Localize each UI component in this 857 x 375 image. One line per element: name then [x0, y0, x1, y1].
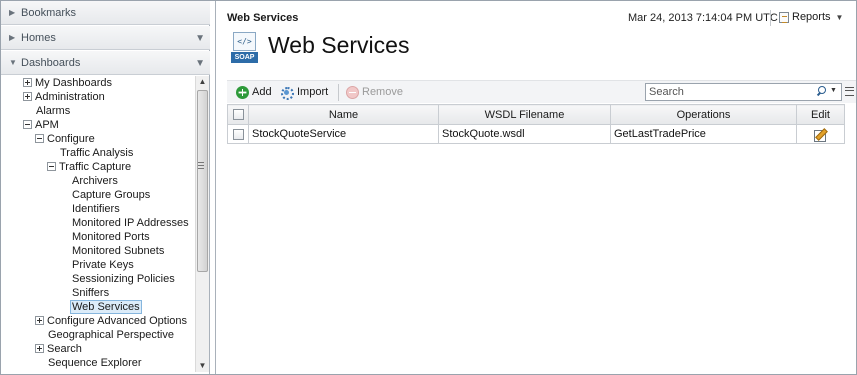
tree-node-traffic-capture[interactable]: Traffic Capture — [47, 160, 131, 174]
expand-icon[interactable] — [35, 344, 44, 353]
dashboards-tree: My Dashboards Administration Alarms APM … — [1, 76, 195, 372]
homes-section-header[interactable]: ▶ Homes ▼ — [1, 26, 210, 50]
tree-node-identifiers[interactable]: Identifiers — [72, 202, 120, 216]
chevron-right-icon: ▶ — [9, 33, 16, 42]
expand-icon[interactable] — [23, 78, 32, 87]
column-header-operations[interactable]: Operations — [610, 104, 797, 125]
table-row[interactable]: StockQuoteService StockQuote.wsdl GetLas… — [227, 124, 845, 144]
tree-node-private-keys[interactable]: Private Keys — [72, 258, 134, 272]
row-checkbox[interactable] — [232, 128, 244, 140]
tree-node-sequence-explorer[interactable]: Sequence Explorer — [48, 356, 142, 370]
tree-node-monitored-ports[interactable]: Monitored Ports — [72, 230, 150, 244]
search-icon[interactable] — [816, 86, 827, 98]
remove-label: Remove — [362, 86, 403, 98]
filter-icon[interactable]: ▼ — [195, 52, 205, 76]
app-window: ▶ Bookmarks ▶ Homes ▼ ▼ Dashboards ▼ My … — [0, 0, 857, 375]
dashboards-label: Dashboards — [21, 57, 81, 69]
navigation-pane: ▶ Bookmarks ▶ Homes ▼ ▼ Dashboards ▼ My … — [1, 1, 210, 374]
chevron-down-icon: ▼ — [9, 58, 17, 67]
column-chooser-icon[interactable] — [845, 86, 855, 97]
tree-node-monitored-ip-addresses[interactable]: Monitored IP Addresses — [72, 216, 189, 230]
scroll-down-icon[interactable]: ▼ — [196, 360, 209, 372]
tree-scrollbar[interactable]: ▲ ▼ — [195, 76, 209, 372]
tree-node-capture-groups[interactable]: Capture Groups — [72, 188, 150, 202]
remove-icon — [346, 85, 359, 99]
expand-icon[interactable] — [35, 316, 44, 325]
tree-node-archivers[interactable]: Archivers — [72, 174, 118, 188]
column-header-name[interactable]: Name — [248, 104, 439, 125]
tree-node-alarms[interactable]: Alarms — [36, 104, 70, 118]
add-button[interactable]: Add — [236, 84, 272, 100]
table-header-row: Name WSDL Filename Operations Edit — [227, 104, 845, 125]
import-icon — [280, 86, 294, 100]
filter-icon[interactable]: ▼ — [195, 27, 205, 51]
cell-operations: GetLastTradePrice — [610, 124, 797, 144]
scroll-up-icon[interactable]: ▲ — [196, 76, 209, 88]
search-box: ▼ — [645, 83, 842, 101]
tree-node-configure-advanced-options[interactable]: Configure Advanced Options — [35, 314, 187, 328]
tree-node-sessionizing-policies[interactable]: Sessionizing Policies — [72, 272, 175, 286]
select-all-cell — [227, 104, 249, 125]
edit-icon[interactable] — [814, 128, 827, 142]
search-input[interactable] — [646, 84, 806, 100]
select-all-checkbox[interactable] — [232, 109, 244, 121]
add-label: Add — [252, 86, 272, 98]
homes-label: Homes — [21, 32, 56, 44]
tree-node-traffic-analysis[interactable]: Traffic Analysis — [60, 146, 133, 160]
collapse-icon[interactable] — [35, 134, 44, 143]
content-pane: Web Services Mar 24, 2013 7:14:04 PM UTC… — [215, 1, 856, 374]
tree-node-web-services[interactable]: Web Services — [70, 300, 142, 314]
reports-menu-button[interactable]: Reports ▼ — [779, 11, 843, 23]
column-header-edit: Edit — [796, 104, 845, 125]
soap-icon: </> SOAP — [231, 32, 258, 63]
tree-node-my-dashboards[interactable]: My Dashboards — [23, 76, 112, 90]
row-select-cell — [227, 124, 249, 144]
collapse-icon[interactable] — [47, 162, 56, 171]
tree-node-monitored-subnets[interactable]: Monitored Subnets — [72, 244, 164, 258]
web-services-table: Name WSDL Filename Operations Edit Stock… — [227, 104, 845, 144]
reports-label: Reports — [792, 11, 831, 23]
report-icon — [779, 11, 789, 23]
remove-button[interactable]: Remove — [346, 84, 403, 100]
chevron-right-icon: ▶ — [9, 8, 16, 17]
bookmarks-label: Bookmarks — [21, 7, 77, 19]
grip-icon — [198, 162, 204, 169]
import-label: Import — [297, 86, 329, 98]
tree-node-administration[interactable]: Administration — [23, 90, 105, 104]
page-title: Web Services — [268, 32, 410, 58]
tree-node-search[interactable]: Search — [35, 342, 82, 356]
bookmarks-section-header[interactable]: ▶ Bookmarks — [1, 1, 210, 25]
import-button[interactable]: Import — [280, 84, 328, 100]
toolbar: Add Import Remove ▼ — [227, 80, 856, 103]
chevron-down-icon[interactable]: ▼ — [830, 87, 837, 94]
timestamp: Mar 24, 2013 7:14:04 PM UTC — [628, 12, 778, 24]
breadcrumb: Web Services — [227, 12, 299, 24]
add-icon — [236, 85, 249, 99]
dashboards-section-header[interactable]: ▼ Dashboards ▼ — [1, 51, 210, 75]
header-divider — [770, 10, 771, 26]
tree-node-geographical-perspective[interactable]: Geographical Perspective — [48, 328, 174, 342]
code-brackets: </> — [233, 32, 256, 51]
tree-node-configure[interactable]: Configure — [35, 132, 95, 146]
expand-icon[interactable] — [23, 92, 32, 101]
chevron-down-icon: ▼ — [835, 12, 844, 22]
soap-label: SOAP — [231, 52, 258, 63]
collapse-icon[interactable] — [23, 120, 32, 129]
cell-name: StockQuoteService — [248, 124, 439, 144]
cell-edit — [796, 124, 845, 144]
toolbar-divider — [338, 84, 339, 101]
tree-node-apm[interactable]: APM — [23, 118, 59, 132]
tree-node-sniffers[interactable]: Sniffers — [72, 286, 109, 300]
scrollbar-thumb[interactable] — [197, 90, 208, 272]
column-header-wsdl-filename[interactable]: WSDL Filename — [438, 104, 611, 125]
cell-wsdl-filename: StockQuote.wsdl — [438, 124, 611, 144]
